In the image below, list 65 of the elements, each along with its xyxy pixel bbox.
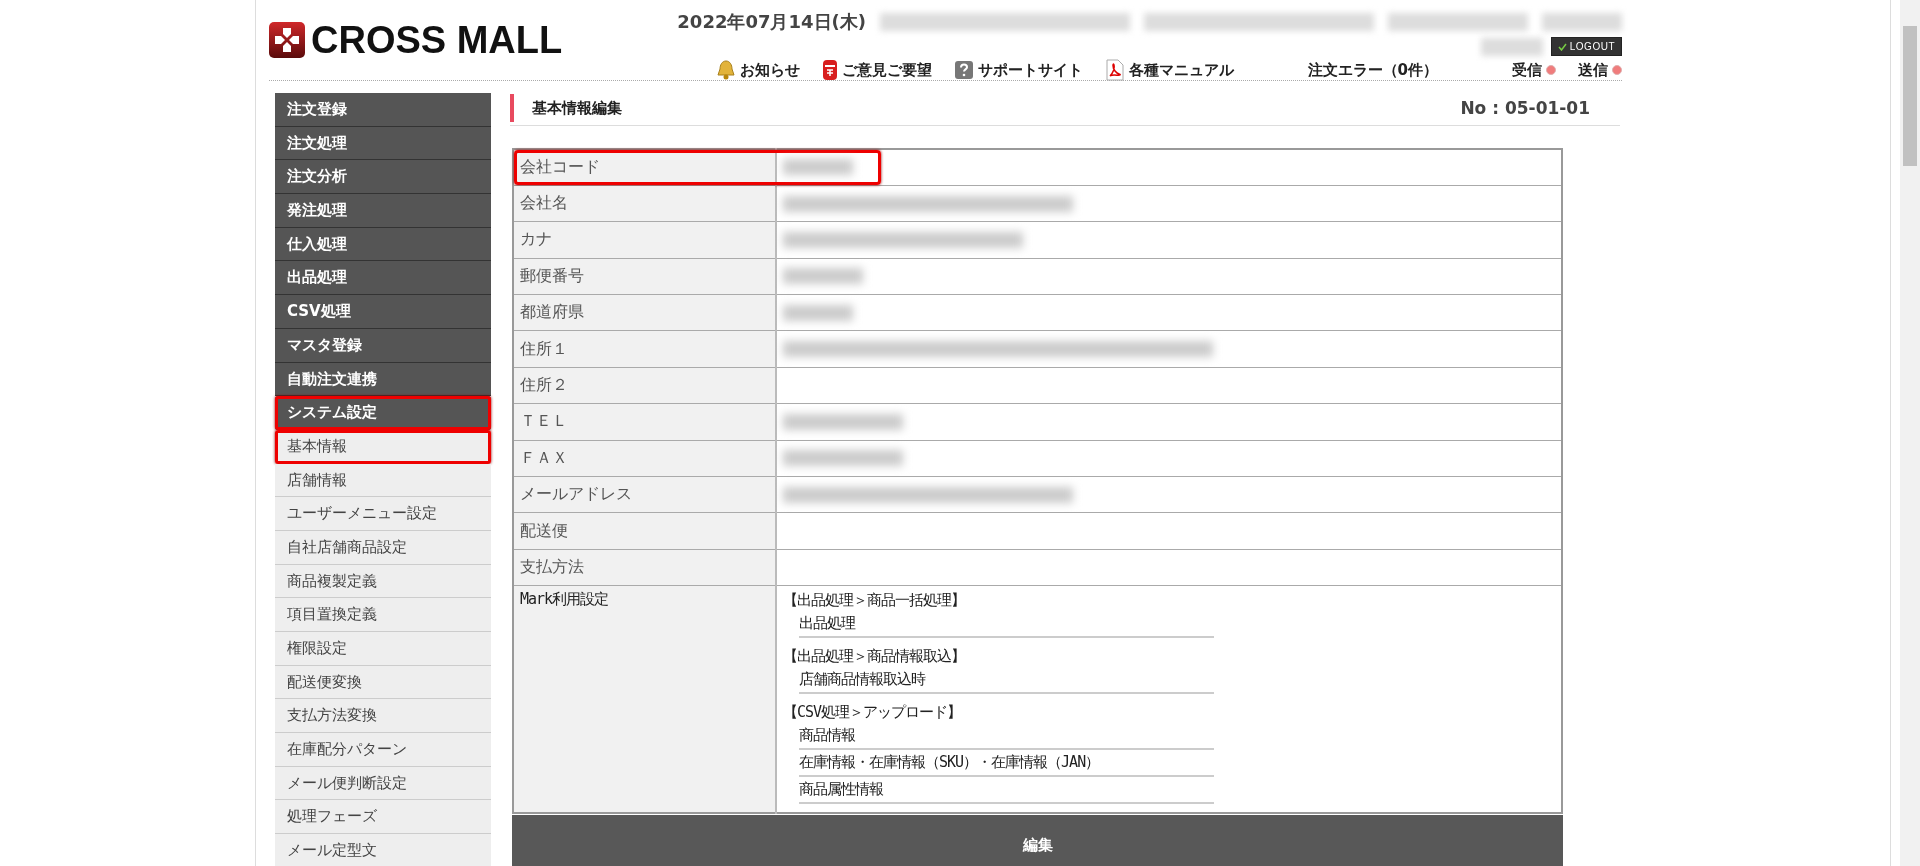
sidebar-item[interactable]: 出品処理 — [275, 261, 491, 296]
sidebar-item[interactable]: 自動注文連携 — [275, 362, 491, 397]
field-label: カナ — [513, 221, 776, 259]
sidebar-item[interactable]: マスタ登録 — [275, 328, 491, 363]
order-error-link[interactable]: 注文エラー（0件） — [1307, 60, 1438, 80]
screen-number: No : 05-01-01 — [1460, 98, 1590, 118]
sidebar-item[interactable]: ユーザーメニュー設定 — [275, 497, 491, 531]
help-icon — [953, 60, 974, 80]
field-label: 住所２ — [513, 367, 776, 404]
section-heading: 【出品処理＞商品情報取込】 — [783, 646, 966, 668]
sidebar-item[interactable]: 支払方法変換 — [275, 699, 491, 734]
sidebar-item[interactable]: システム設定 — [275, 396, 491, 430]
setting-item: 在庫情報・在庫情報（SKU）・在庫情報（JAN） — [799, 750, 1214, 778]
sidebar-item[interactable]: 注文処理 — [275, 126, 491, 161]
sidebar-item[interactable]: 注文登録 — [275, 93, 491, 127]
edit-button[interactable]: 編集 — [512, 815, 1563, 866]
status-dot-icon — [1612, 65, 1622, 75]
sidebar-item[interactable]: 配送便変換 — [275, 665, 491, 700]
nav-link[interactable]: 送信 — [1578, 60, 1622, 80]
sidebar-item[interactable]: 権限設定 — [275, 632, 491, 666]
date-text: 2022年07月14日(木) — [677, 10, 866, 34]
nav-link[interactable]: 受信 — [1512, 60, 1556, 80]
check-icon — [1557, 42, 1567, 51]
field-label: 支払方法 — [513, 549, 776, 586]
scrollbar-thumb[interactable] — [1903, 26, 1917, 166]
sidebar-item[interactable]: 自社店舗商品設定 — [275, 530, 491, 565]
sidebar-item[interactable]: 発注処理 — [275, 194, 491, 228]
status-dot-icon — [1546, 65, 1556, 75]
sidebar-item[interactable]: 在庫配分パターン — [275, 733, 491, 767]
nav-link[interactable]: 各種マニュアル — [1104, 59, 1234, 81]
field-label: 住所１ — [513, 330, 776, 368]
field-label: ＦＡＸ — [513, 440, 776, 477]
sidebar-item[interactable]: 商品複製定義 — [275, 564, 491, 599]
sidebar-item[interactable]: 注文分析 — [275, 160, 491, 195]
nav-link[interactable]: お知らせ — [715, 59, 800, 81]
scrollbar[interactable] — [1900, 0, 1920, 866]
sidebar-item[interactable]: 処理フェーズ — [275, 800, 491, 835]
bell-icon — [715, 59, 736, 81]
field-label: 郵便番号 — [513, 258, 776, 295]
setting-item: 商品属性情報 — [799, 777, 1214, 805]
field-label: メールアドレス — [513, 476, 776, 513]
nav-link[interactable]: ご意見ご要望 — [821, 59, 932, 81]
field-label: 会社名 — [513, 185, 776, 222]
field-label: 都道府県 — [513, 294, 776, 331]
setting-item: 商品情報 — [799, 723, 1214, 751]
logo-icon — [269, 22, 305, 58]
sidebar-item[interactable]: 項目置換定義 — [275, 598, 491, 632]
nav-link[interactable]: サポートサイト — [953, 60, 1083, 80]
logout-button[interactable]: LOGOUT — [1550, 37, 1622, 56]
sidebar-item[interactable]: 仕入処理 — [275, 227, 491, 262]
postbox-icon — [821, 59, 838, 81]
field-label: Mark利用設定 — [520, 590, 609, 609]
sidebar-item[interactable]: メール便判断設定 — [275, 766, 491, 801]
setting-item: 出品処理 — [799, 611, 1214, 639]
sidebar-item[interactable]: 基本情報 — [275, 429, 491, 464]
setting-item: 店舗商品情報取込時 — [799, 667, 1214, 695]
page-title: 基本情報編集 — [510, 94, 622, 122]
field-label: ＴＥＬ — [513, 403, 776, 441]
field-label: 配送便 — [513, 512, 776, 550]
sidebar-item[interactable]: 店舗情報 — [275, 463, 491, 498]
sidebar-item[interactable]: CSV処理 — [275, 295, 491, 329]
sidebar-item[interactable]: メール定型文 — [275, 834, 491, 866]
section-heading: 【CSV処理＞アップロード】 — [783, 702, 963, 724]
logo-text: CROSS MALL — [311, 18, 563, 62]
section-heading: 【出品処理＞商品一括処理】 — [783, 590, 966, 612]
